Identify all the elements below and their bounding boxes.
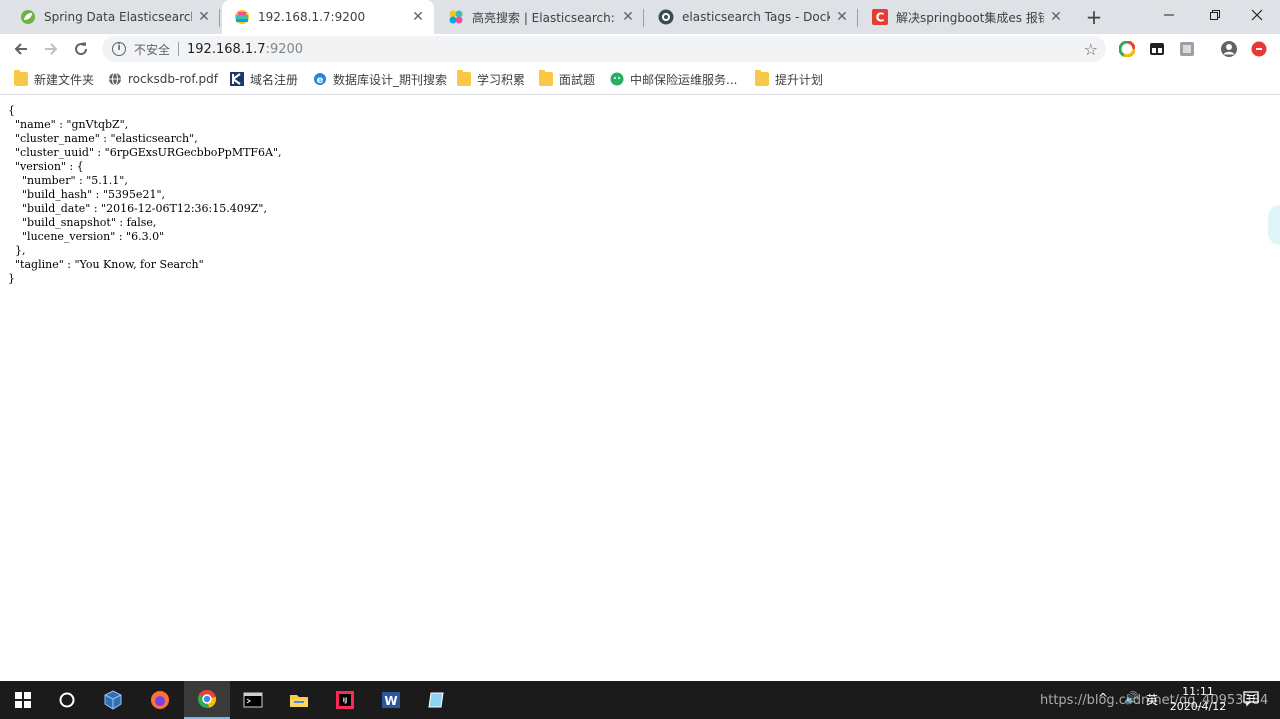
address-bar[interactable]: i 不安全 192.168.1.7:9200 ☆ xyxy=(102,36,1106,62)
taskbar-intellij[interactable]: IJ xyxy=(322,681,368,719)
svg-text:W: W xyxy=(384,694,397,708)
minimize-icon xyxy=(1164,14,1174,16)
folder-icon xyxy=(457,70,471,86)
url-port[interactable]: :9200 xyxy=(266,42,303,57)
wechat-icon xyxy=(610,72,624,86)
bookmark-star-icon[interactable]: ☆ xyxy=(1084,40,1098,59)
clock-date: 2020/4/12 xyxy=(1169,700,1227,713)
new-tab-button[interactable]: + xyxy=(1082,5,1106,29)
taskbar-chrome[interactable] xyxy=(184,681,230,719)
terminal-icon xyxy=(243,692,263,708)
bookmark-improve-plan[interactable]: 提升计划 xyxy=(755,70,823,88)
cortana-button[interactable] xyxy=(44,681,90,719)
elastic-icon xyxy=(234,9,250,25)
tab-docker-tags[interactable]: elasticsearch Tags - Docker ✕ xyxy=(646,0,858,34)
docker-icon xyxy=(658,9,674,25)
k-logo-icon xyxy=(230,72,244,86)
maximize-button[interactable] xyxy=(1192,0,1238,30)
file-explorer-icon xyxy=(290,695,308,707)
close-icon xyxy=(1251,9,1263,21)
url-host[interactable]: 192.168.1.7 xyxy=(187,42,266,57)
taskbar-terminal[interactable] xyxy=(230,681,276,719)
close-window-button[interactable] xyxy=(1234,0,1280,30)
close-icon[interactable]: ✕ xyxy=(196,9,212,25)
virtualbox-icon xyxy=(104,690,122,710)
windows-taskbar: IJ W https://blog.csdn.net/qq_40953384 ^… xyxy=(0,681,1280,719)
ime-indicator[interactable]: 英 xyxy=(1146,691,1158,708)
folder-icon xyxy=(539,70,553,86)
tab-spring-data[interactable]: Spring Data Elasticsearch ✕ xyxy=(8,0,220,34)
json-response: { "name" : "gnVtqbZ", "cluster_name" : "… xyxy=(8,104,282,285)
tab-highlight-search[interactable]: 高亮搜索 | Elasticsearch: 权威 ✕ xyxy=(436,0,644,34)
tab-elasticsearch-root[interactable]: 192.168.1.7:9200 ✕ xyxy=(222,0,434,34)
arrow-left-icon xyxy=(14,43,27,55)
notification-center-icon[interactable] xyxy=(1242,689,1260,710)
windows-start-icon xyxy=(15,692,31,708)
close-icon[interactable]: ✕ xyxy=(834,9,850,25)
start-button[interactable] xyxy=(0,681,46,719)
tab-title: 高亮搜索 | Elasticsearch: 权威 xyxy=(472,10,616,25)
bookmark-rocksdb-pdf[interactable]: rocksdb-rof.pdf xyxy=(108,70,218,88)
restore-icon xyxy=(1210,10,1220,20)
close-icon[interactable]: ✕ xyxy=(1048,9,1064,25)
tray-up-arrow-icon[interactable]: ^ xyxy=(1098,691,1108,705)
tab-title: 192.168.1.7:9200 xyxy=(258,10,366,24)
close-icon[interactable]: ✕ xyxy=(410,9,426,25)
puzzle-ext-icon[interactable] xyxy=(1178,40,1196,58)
bookmarks-bar: 新建文件夹 rocksdb-rof.pdf 域名注册 e 数据库设计_期刊搜索 … xyxy=(0,64,1280,95)
system-clock[interactable]: 11:11 2020/4/12 xyxy=(1168,684,1228,714)
bookmark-interview[interactable]: 面試题 xyxy=(539,70,595,88)
floating-side-widget[interactable] xyxy=(1268,205,1280,245)
tab-title: Spring Data Elasticsearch xyxy=(44,10,192,24)
page-content: { "name" : "gnVtqbZ", "cluster_name" : "… xyxy=(8,104,1268,674)
arrow-right-icon xyxy=(45,43,58,55)
adblock-icon[interactable] xyxy=(1250,40,1268,58)
bookmark-new-folder[interactable]: 新建文件夹 xyxy=(14,70,94,88)
taskbar-virtualbox[interactable] xyxy=(90,681,136,719)
word-icon: W xyxy=(382,692,400,708)
chrome-icon xyxy=(198,689,217,708)
bookmark-postal-insurance[interactable]: 中邮保险运维服务... xyxy=(610,70,737,88)
ie-icon: e xyxy=(314,73,326,86)
reload-button[interactable] xyxy=(70,38,92,60)
bookmark-db-design[interactable]: e 数据库设计_期刊搜索 xyxy=(313,70,447,88)
csdn-icon: C xyxy=(872,9,888,25)
close-icon[interactable]: ✕ xyxy=(620,9,636,25)
forward-button[interactable] xyxy=(40,38,62,60)
profile-avatar-icon[interactable] xyxy=(1220,40,1238,58)
taskbar-firefox[interactable] xyxy=(137,681,183,719)
folder-icon xyxy=(14,70,28,86)
tab-springboot-es-error[interactable]: C 解决springboot集成es 报错N ✕ xyxy=(860,0,1072,34)
minimize-button[interactable] xyxy=(1146,0,1192,30)
intellij-icon: IJ xyxy=(336,691,354,709)
svg-text:e: e xyxy=(317,75,324,86)
bookmark-domain-register[interactable]: 域名注册 xyxy=(230,70,298,88)
taskbar-file-explorer[interactable] xyxy=(276,681,322,719)
info-icon[interactable]: i xyxy=(112,42,126,56)
tab-title: 解决springboot集成es 报错N xyxy=(896,10,1044,25)
svg-text:IJ: IJ xyxy=(343,697,347,704)
chrome-ext-icon[interactable] xyxy=(1118,40,1136,58)
cortana-icon xyxy=(59,692,75,708)
folder-icon xyxy=(755,70,769,86)
notepad-icon xyxy=(428,692,444,708)
back-button[interactable] xyxy=(10,38,32,60)
tab-title: elasticsearch Tags - Docker xyxy=(682,10,830,24)
reload-icon xyxy=(75,42,88,56)
volume-icon[interactable]: 🔊 xyxy=(1124,691,1139,705)
globe-icon xyxy=(109,72,121,86)
tab-manager-icon[interactable] xyxy=(1148,40,1166,58)
tab-strip: Spring Data Elasticsearch ✕ 192.168.1.7:… xyxy=(0,0,1280,34)
security-label[interactable]: 不安全 xyxy=(134,41,170,58)
taskbar-notepad[interactable] xyxy=(414,681,460,719)
svg-text:C: C xyxy=(876,11,885,25)
firefox-icon xyxy=(151,691,169,709)
clock-time: 11:11 xyxy=(1182,685,1214,698)
bookmark-learning[interactable]: 学习积累 xyxy=(457,70,525,88)
elastic-flower-icon xyxy=(448,9,464,25)
taskbar-word[interactable]: W xyxy=(368,681,414,719)
spring-leaf-icon xyxy=(20,9,36,25)
